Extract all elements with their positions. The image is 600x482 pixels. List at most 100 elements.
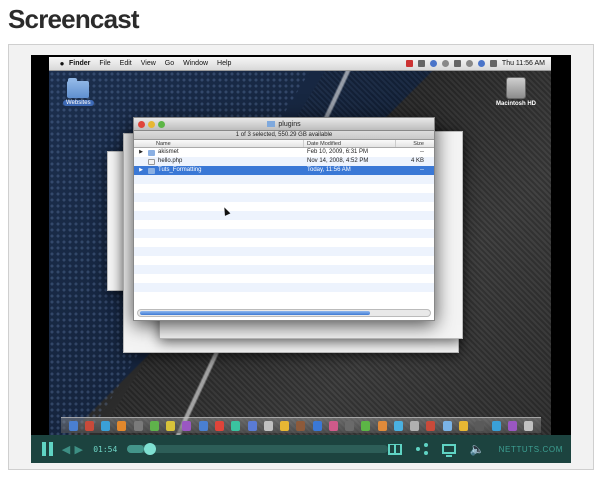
disclosure-triangle-icon: ▶: [139, 149, 143, 155]
app-dock-icon: [312, 420, 322, 431]
sync-icon: [429, 60, 437, 67]
zoom-icon: [158, 121, 165, 128]
player-control-bar: ◀ ▶ 01:54 🔈 NETTUTS.COM: [31, 435, 571, 463]
menu-edit: Edit: [119, 60, 132, 67]
app-dock-icon: [149, 420, 159, 431]
app-dock-icon: [377, 420, 387, 431]
mac-desktop: ● Finder File Edit View Go Window Help T…: [49, 57, 551, 435]
file-date: Today, 11:56 AM: [307, 167, 351, 173]
pause-icon: [41, 442, 46, 456]
app-dock-icon: [442, 420, 452, 431]
finder-horizontal-scrollbar: [137, 309, 431, 317]
progress-knob[interactable]: [144, 443, 157, 455]
file-name: Tuts_Formatting: [158, 167, 202, 173]
record-icon: [405, 60, 413, 67]
title-folder-icon: [267, 121, 276, 127]
firefox-dock-icon: [117, 420, 127, 431]
playback-time: 01:54: [93, 444, 118, 454]
app-dock-icon: [296, 420, 306, 431]
bluetooth-icon: [453, 60, 461, 67]
next-button[interactable]: ▶: [72, 442, 85, 456]
folder-icon: [67, 78, 90, 98]
apple-icon: ●: [59, 59, 65, 68]
file-row-akismet: ▶ akismet Feb 10, 2009, 6:31 PM --: [134, 148, 434, 157]
finder-window: plugins 1 of 3 selected, 550.29 GB avail…: [133, 117, 435, 321]
file-row-tuts-formatting: ▶ Tuts_Formatting Today, 11:56 AM --: [134, 166, 434, 175]
app-dock-icon: [491, 420, 501, 431]
app-dock-icon: [459, 420, 468, 431]
chapters-button[interactable]: [387, 443, 402, 455]
app-dock-icon: [361, 420, 371, 431]
app-dock-icon: [393, 420, 403, 431]
brand-label: NETTUTS.COM: [498, 444, 564, 454]
mac-dock: [61, 417, 541, 433]
menu-finder: Finder: [69, 60, 91, 67]
column-name: Name: [134, 140, 304, 147]
mac-menubar: ● Finder File Edit View Go Window Help T…: [49, 57, 551, 71]
menu-go: Go: [164, 60, 175, 67]
video-player[interactable]: ● Finder File Edit View Go Window Help T…: [31, 55, 571, 463]
file-name: akismet: [158, 149, 179, 155]
safari-dock-icon: [101, 420, 111, 431]
app-dock-icon: [426, 420, 436, 431]
file-date: Nov 14, 2008, 4:52 PM: [307, 158, 369, 164]
finder-titlebar: plugins: [134, 118, 434, 131]
menu-window: Window: [183, 60, 209, 67]
volume-button[interactable]: 🔈: [470, 442, 485, 456]
window-controls: [138, 121, 165, 128]
share-icon: [415, 443, 428, 455]
finder-status: 1 of 3 selected, 550.29 GB available: [134, 131, 434, 140]
menu-view: View: [140, 60, 156, 67]
desktop-folder-websites: Websites: [63, 78, 94, 106]
app-dock-icon: [247, 420, 257, 431]
previous-button[interactable]: ◀: [60, 442, 73, 456]
app-dock-icon: [231, 420, 241, 431]
column-size: Size: [413, 141, 424, 147]
share-button[interactable]: [415, 443, 428, 455]
disclosure-triangle-icon: ▶: [139, 167, 143, 173]
column-date: Date Modified: [304, 140, 396, 147]
folder-icon: [148, 149, 155, 156]
app-dock-icon: [280, 420, 290, 431]
file-date: Feb 10, 2009, 6:31 PM: [307, 149, 369, 155]
finder-column-header: Name Date Modified Size: [134, 140, 434, 148]
app-dock-icon: [133, 420, 143, 431]
app-dock-icon: [215, 420, 225, 431]
app-dock-icon: [345, 420, 355, 431]
menubar-status-area: Thu 11:56 AM: [405, 60, 551, 67]
file-name: hello.php: [158, 158, 183, 164]
fullscreen-button[interactable]: [441, 444, 456, 457]
volume-status-icon: [489, 60, 497, 67]
finder-dock-icon: [68, 420, 78, 431]
page-title: Screencast: [8, 4, 140, 34]
file-size: --: [420, 149, 424, 155]
app-dock-icon: [410, 420, 420, 431]
app-dock-icon: [475, 420, 485, 431]
trash-dock-icon: [524, 420, 534, 431]
menubar-clock: Thu 11:56 AM: [501, 60, 545, 67]
close-icon: [138, 121, 145, 128]
app-dock-icon: [198, 420, 208, 431]
menu-help: Help: [217, 60, 232, 67]
finder-title: plugins: [278, 121, 301, 128]
document-icon: [148, 158, 155, 165]
desktop-folder-label: Websites: [63, 100, 94, 106]
time-machine-icon: [441, 60, 449, 67]
minimize-icon: [148, 121, 155, 128]
desktop-drive-label: Macintosh HD: [496, 101, 537, 107]
folder-icon: [148, 167, 155, 174]
file-size: --: [420, 167, 424, 173]
wifi-icon: [465, 60, 473, 67]
pause-button[interactable]: [39, 441, 56, 457]
app-dock-icon: [182, 420, 192, 431]
file-size: 4 KB: [410, 158, 424, 164]
book-icon: [387, 443, 402, 455]
app-dock-icon: [263, 420, 273, 431]
app-dock-icon: [328, 420, 338, 431]
finder-file-list: ▶ akismet Feb 10, 2009, 6:31 PM -- hello.…: [134, 148, 434, 298]
file-row-hello-php: hello.php Nov 14, 2008, 4:52 PM 4 KB: [134, 157, 434, 166]
video-frame: ● Finder File Edit View Go Window Help T…: [8, 44, 594, 470]
monitor-icon: [441, 444, 456, 457]
scrollbar-thumb: [140, 311, 370, 315]
progress-bar[interactable]: [127, 443, 388, 455]
